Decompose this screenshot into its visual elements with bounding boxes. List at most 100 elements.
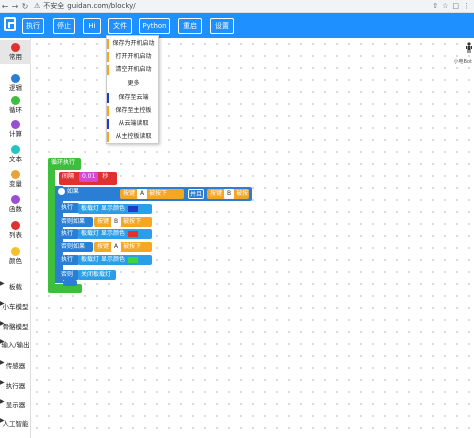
- category-lists[interactable]: 列表: [0, 221, 31, 239]
- category-dot-icon: [11, 96, 20, 105]
- button-label: 按键: [123, 190, 136, 197]
- wait-label: 间隔: [62, 173, 75, 180]
- led-off-block[interactable]: 关闭板载灯: [78, 270, 116, 280]
- menu-bar-icon: [107, 65, 109, 75]
- menu-item-label: 打开开机启动: [115, 53, 152, 60]
- section-actuators[interactable]: ▶ 执行器: [0, 379, 31, 390]
- url-text: guidan.com/blocky/: [67, 2, 136, 10]
- robot-figure-icon: [465, 39, 473, 53]
- menu-bar-icon: [107, 52, 109, 62]
- show-color-label: 显示颜色: [101, 205, 126, 212]
- category-functions[interactable]: 函数: [0, 195, 31, 213]
- and-operator[interactable]: 并且: [188, 189, 204, 199]
- category-loop[interactable]: 循环: [0, 96, 31, 114]
- menu-item-label: 保存至云端: [118, 94, 149, 101]
- section-skeleton-model[interactable]: ▶ 骨骼模型: [0, 320, 31, 331]
- section-ai[interactable]: ▶ 人工智能: [0, 417, 31, 428]
- button-a-dropdown[interactable]: A: [111, 242, 122, 252]
- forward-icon[interactable]: →: [10, 0, 20, 13]
- menu-item-load-board[interactable]: 从主控板读取: [107, 131, 160, 143]
- section-board[interactable]: ▶ 板载: [0, 280, 31, 291]
- section-io[interactable]: ▶ 输入/输出: [0, 338, 31, 349]
- restart-button[interactable]: 重启: [178, 18, 202, 34]
- menu-item-load-cloud[interactable]: 从云端读取: [107, 118, 160, 130]
- menu-bar-icon: [107, 132, 109, 142]
- file-button[interactable]: 文件: [108, 18, 132, 34]
- category-common[interactable]: 常用: [0, 40, 31, 64]
- address-bar[interactable]: ⚠ 不安全 guidan.com/blocky/: [34, 1, 136, 11]
- led-label: 板载灯: [81, 205, 100, 212]
- loop-block-arm: [48, 168, 55, 286]
- run-button[interactable]: 执行: [22, 18, 44, 34]
- button-label: 按键: [210, 190, 223, 197]
- gear-icon[interactable]: [58, 188, 65, 195]
- menu-item-label: 清空开机启动: [115, 66, 152, 73]
- security-text: 不安全: [43, 2, 65, 10]
- menu-item-save-startup[interactable]: 保存为开机启动: [107, 38, 160, 50]
- menu-item-clear-startup[interactable]: 清空开机启动: [107, 64, 160, 76]
- settings-button[interactable]: 设置: [210, 18, 234, 34]
- category-sidebar: 常用 逻辑 循环 计算 文本 变量 函数 列表 颜色 ▶ 板载 ▶ 小车模型 ▶ 骨骼…: [0, 38, 31, 438]
- menu-icon[interactable]: ⋮: [463, 2, 470, 10]
- right-label: 小电Bot: [453, 59, 472, 65]
- category-text[interactable]: 文本: [0, 145, 31, 163]
- share-icon[interactable]: ⇧: [432, 2, 438, 10]
- show-color-label: 显示颜色: [101, 230, 126, 237]
- color-swatch-red[interactable]: [128, 230, 139, 237]
- pressed-label: 被按下: [123, 218, 142, 225]
- button-b-condition[interactable]: 按键B被按下: [207, 189, 249, 199]
- elif-label-1: 否则如果: [59, 217, 93, 227]
- category-label: 变量: [9, 180, 22, 188]
- python-button[interactable]: Python: [139, 18, 170, 34]
- else-label: 否则: [59, 270, 79, 280]
- button-a-dropdown[interactable]: A: [137, 189, 148, 199]
- color-swatch-blue[interactable]: [128, 205, 139, 212]
- section-display[interactable]: ▶ 显示器: [0, 398, 31, 409]
- reload-icon[interactable]: ↻: [20, 0, 30, 13]
- menu-item-open-startup[interactable]: 打开开机启动: [107, 51, 160, 63]
- elif-label-2: 否则如果: [59, 242, 93, 252]
- extensions-icon[interactable]: □: [452, 2, 459, 10]
- category-logic[interactable]: 逻辑: [0, 74, 31, 92]
- category-label: 计算: [9, 130, 22, 138]
- menu-bar-icon: [107, 106, 109, 116]
- back-icon[interactable]: ←: [0, 0, 10, 13]
- expand-triangle-icon: ▶: [0, 280, 5, 287]
- wait-block[interactable]: 间隔 0.01 秒: [59, 172, 117, 185]
- led-color-block-1[interactable]: 板载灯 显示颜色: [78, 204, 152, 214]
- category-variables[interactable]: 变量: [0, 170, 31, 188]
- led-color-block-2[interactable]: 板载灯 显示颜色: [78, 229, 152, 239]
- category-math[interactable]: 计算: [0, 120, 31, 138]
- warning-icon: ⚠: [34, 2, 41, 10]
- button-b-dropdown[interactable]: B: [224, 189, 235, 199]
- do-label-2: 执行: [59, 229, 79, 239]
- category-colors[interactable]: 颜色: [0, 247, 31, 265]
- category-dot-icon: [11, 170, 20, 179]
- category-label: 列表: [9, 231, 22, 239]
- browser-actions: ⇧ ☆ □ ⋮: [432, 2, 474, 10]
- menu-item-more[interactable]: 更多: [107, 78, 160, 90]
- color-swatch-green[interactable]: [128, 256, 139, 263]
- star-icon[interactable]: ☆: [442, 2, 448, 10]
- button-b-dropdown[interactable]: B: [111, 217, 122, 227]
- browser-bar: ← → ↻ ⚠ 不安全 guidan.com/blocky/ ⇧ ☆ □ ⋮: [0, 0, 474, 13]
- menu-bar-icon: [107, 119, 109, 129]
- expand-triangle-icon: ▶: [0, 320, 5, 327]
- button-b-condition-2[interactable]: 按键 B 被按下: [94, 217, 152, 227]
- hi-button[interactable]: Hi: [83, 18, 101, 34]
- category-dot-icon: [11, 74, 20, 83]
- led-color-block-3[interactable]: 板载灯 显示颜色: [78, 255, 152, 265]
- button-a-condition[interactable]: 按键 A 被按下: [120, 189, 184, 199]
- button-a-condition-2[interactable]: 按键 A 被按下: [94, 242, 152, 252]
- section-sensors[interactable]: ▶ 传感器: [0, 359, 31, 370]
- led-label: 板载灯: [81, 230, 100, 237]
- menu-item-label: 保存为开机启动: [112, 40, 155, 47]
- menu-bar-icon: [107, 39, 109, 49]
- menu-item-save-board[interactable]: 保存至主控板: [107, 105, 160, 117]
- section-car-model[interactable]: ▶ 小车模型: [0, 300, 31, 311]
- category-label: 颜色: [9, 257, 22, 265]
- wait-value[interactable]: 0.01: [78, 172, 99, 182]
- menu-item-save-cloud[interactable]: 保存至云端: [107, 92, 160, 104]
- stop-button[interactable]: 停止: [53, 18, 75, 34]
- section-label: 骨骼模型: [2, 323, 29, 331]
